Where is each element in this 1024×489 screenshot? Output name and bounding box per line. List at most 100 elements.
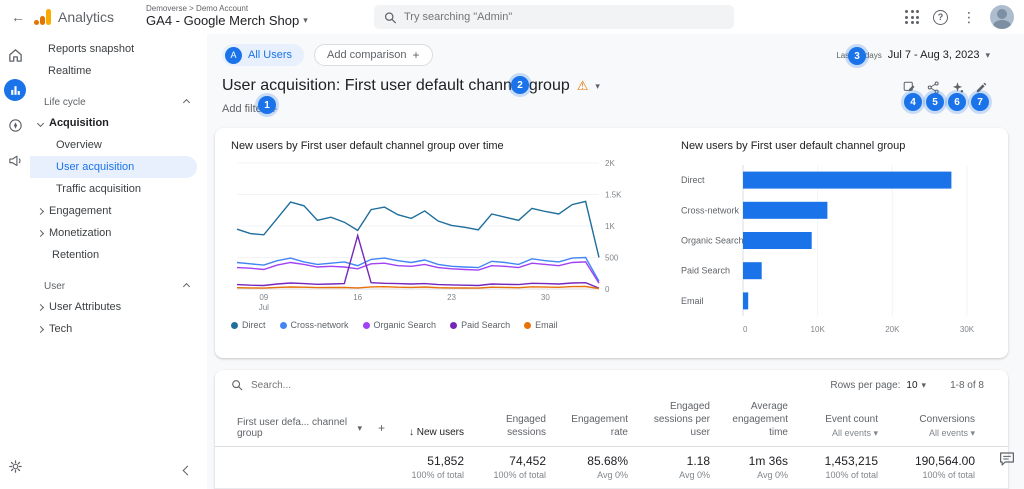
totals-value: 74,452 — [470, 454, 546, 468]
nav-monetization[interactable]: Monetization — [30, 222, 207, 244]
legend-item-cross-network: Cross-network — [280, 320, 349, 330]
column-header-engaged-sessions-per-user[interactable]: Engaged sessions per user — [634, 400, 716, 439]
annotation-badge-7: 7 — [971, 93, 989, 111]
analytics-logo-icon — [34, 8, 52, 26]
totals-subtext: Avg 0% — [716, 470, 788, 480]
column-header-label: Engaged sessions — [470, 413, 546, 439]
bar-category-label: Cross-network — [681, 205, 740, 215]
y-tick-label: 1.5K — [605, 191, 622, 200]
expand-icon — [37, 325, 44, 332]
account-switcher[interactable]: Demoverse > Demo Account GA4 - Google Me… — [146, 5, 308, 28]
explore-icon[interactable] — [4, 114, 26, 136]
column-header-new-users[interactable]: ↓ New users — [385, 426, 470, 439]
totals-subtext: 100% of total — [385, 470, 464, 480]
bar-chart-title: New users by First user default channel … — [681, 140, 981, 155]
column-header-engaged-sessions[interactable]: Engaged sessions — [470, 413, 552, 439]
user-avatar[interactable] — [990, 5, 1014, 29]
annotation-badge-6: 6 — [948, 93, 966, 111]
legend-item-organic-search: Organic Search — [363, 320, 437, 330]
nav-retention[interactable]: Retention — [30, 244, 207, 266]
reports-icon[interactable] — [4, 79, 26, 101]
app-rail — [0, 34, 30, 489]
bar-chart-panel: New users by First user default channel … — [681, 140, 981, 346]
nav-realtime[interactable]: Realtime — [30, 60, 207, 82]
feedback-button[interactable] — [998, 450, 1016, 471]
chevron-down-icon: ▾ — [922, 380, 927, 391]
overflow-menu-icon[interactable]: ⋮ — [962, 9, 976, 26]
warning-icon[interactable]: ⚠ — [577, 78, 589, 94]
totals-cell: 1.18Avg 0% — [634, 454, 716, 480]
rows-per-page-select[interactable]: 10 ▾ — [906, 380, 926, 391]
column-header-label: Average engagement time — [716, 400, 788, 439]
admin-gear-icon[interactable] — [4, 455, 26, 477]
nav-overview[interactable]: Overview — [30, 134, 207, 156]
nav-acquisition[interactable]: Acquisition — [30, 112, 207, 134]
totals-value: 190,564.00 — [884, 454, 975, 468]
legend-dot — [450, 322, 457, 329]
dimension-column-header[interactable]: First user defa... channel group ▾ + — [215, 417, 385, 439]
totals-cell: 1m 36s Avg 0% — [716, 454, 794, 480]
column-header-event-count[interactable]: Event countAll events ▾ — [794, 413, 884, 439]
legend-dot — [524, 322, 531, 329]
totals-subtext: 100% of total — [884, 470, 975, 480]
plus-icon: + — [413, 48, 420, 62]
comparison-bar: A All Users Add comparison + Last 28 day… — [207, 34, 1024, 66]
data-table-card: Rows per page: 10 ▾ 1-8 of 8 First user … — [215, 370, 1008, 489]
nav-user-acquisition[interactable]: User acquisition — [30, 156, 197, 178]
nav-tech[interactable]: Tech — [30, 318, 207, 340]
series-line-cross-network — [237, 258, 599, 282]
y-tick-label: 2K — [605, 159, 615, 168]
series-line-direct — [237, 201, 599, 257]
y-tick-label: 0 — [605, 285, 610, 294]
add-comparison-button[interactable]: Add comparison + — [314, 44, 433, 66]
legend-item-email: Email — [524, 320, 558, 330]
search-icon — [384, 11, 396, 24]
add-secondary-dimension-button[interactable]: + — [378, 421, 385, 435]
help-icon[interactable]: ? — [933, 10, 948, 25]
series-line-organic-search — [237, 262, 599, 283]
table-search-input[interactable] — [251, 380, 431, 391]
totals-value: 1m 36s — [716, 454, 788, 468]
report-nav: Reports snapshot Realtime Life cycle Acq… — [30, 34, 207, 489]
legend-item-paid-search: Paid Search — [450, 320, 510, 330]
back-button[interactable]: ← — [6, 5, 30, 29]
x-tick-label: 23 — [447, 293, 456, 302]
column-header-average-engagement-time[interactable]: Average engagement time — [716, 400, 794, 439]
column-header-engagement-rate[interactable]: Engagement rate — [552, 413, 634, 439]
column-subfilter[interactable]: All events ▾ — [884, 428, 975, 439]
nav-traffic-acquisition[interactable]: Traffic acquisition — [30, 178, 207, 200]
nav-collapse-button[interactable] — [184, 465, 191, 477]
nav-engagement[interactable]: Engagement — [30, 200, 207, 222]
global-search-input[interactable] — [404, 11, 724, 23]
bar-organic-search — [743, 232, 812, 249]
x-tick-label: 0 — [743, 325, 748, 334]
y-tick-label: 500 — [605, 254, 619, 263]
chevron-down-icon: ▾ — [303, 16, 308, 26]
global-search[interactable] — [374, 5, 734, 29]
audience-chip-all-users[interactable]: A All Users — [222, 44, 304, 66]
bar-category-label: Paid Search — [681, 266, 730, 276]
pagination-range: 1-8 of 8 — [950, 380, 984, 391]
column-subfilter[interactable]: All events ▾ — [794, 428, 878, 439]
annotation-badge-2: 2 — [511, 76, 529, 94]
column-header-conversions[interactable]: Conversions All events ▾ — [884, 413, 981, 439]
nav-section-user[interactable]: User — [30, 276, 207, 296]
x-tick-label: 20K — [885, 325, 900, 334]
expand-icon — [37, 303, 44, 310]
nav-reports-snapshot[interactable]: Reports snapshot — [30, 38, 207, 60]
x-tick-label: Jul — [259, 303, 269, 312]
app-name: Analytics — [58, 9, 114, 25]
annotation-badge-1: 1 — [258, 96, 276, 114]
legend-dot — [280, 322, 287, 329]
nav-user-attributes[interactable]: User Attributes — [30, 296, 207, 318]
advertising-icon[interactable] — [4, 149, 26, 171]
nav-section-life-cycle[interactable]: Life cycle — [30, 92, 207, 112]
bar-email — [743, 292, 748, 309]
column-header-label: Engagement rate — [552, 413, 628, 439]
apps-grid-icon[interactable] — [905, 10, 919, 24]
home-icon[interactable] — [4, 44, 26, 66]
column-header-label: Conversions — [884, 413, 975, 426]
chevron-left-icon — [183, 466, 193, 476]
chevron-down-icon[interactable]: ▾ — [595, 81, 600, 92]
annotation-badge-5: 5 — [926, 93, 944, 111]
